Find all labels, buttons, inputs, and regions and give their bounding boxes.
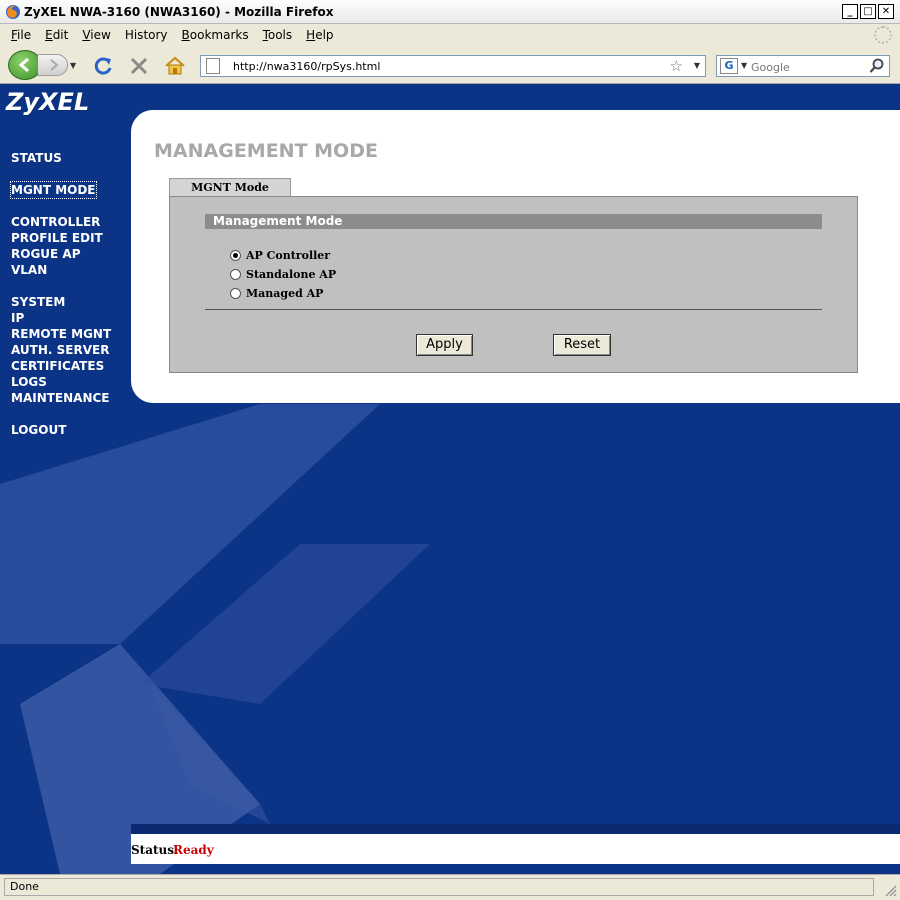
nav-auth-server[interactable]: AUTH. SERVER	[11, 342, 131, 358]
app-status-panel: Status: Ready	[131, 834, 900, 864]
menu-tools[interactable]: Tools	[256, 28, 300, 42]
window-titlebar: ZyXEL NWA-3160 (NWA3160) - Mozilla Firef…	[0, 0, 900, 24]
nav-rogue-ap[interactable]: ROGUE AP	[11, 246, 131, 262]
search-bar: G ▼	[716, 55, 890, 77]
history-dropdown-icon[interactable]: ▼	[70, 61, 76, 70]
tab-mgnt-mode[interactable]: MGNT Mode	[169, 178, 291, 197]
nav-logout[interactable]: LOGOUT	[11, 422, 131, 438]
radio-ap-controller[interactable]	[230, 250, 241, 261]
radio-standalone-ap[interactable]	[230, 269, 241, 280]
url-text[interactable]: http://nwa3160/rpSys.html	[233, 60, 380, 73]
url-dropdown-icon[interactable]: ▼	[694, 61, 700, 70]
apply-button[interactable]: Apply	[416, 334, 473, 356]
navigation-toolbar: ▼ http://nwa3160/rpSys.html ☆ ▼ G ▼	[0, 46, 900, 84]
stop-icon[interactable]	[128, 55, 150, 77]
nav-remote-mgnt[interactable]: REMOTE MGNT	[11, 326, 131, 342]
nav-vlan[interactable]: VLAN	[11, 262, 131, 278]
status-label: Status:	[131, 843, 179, 857]
reset-button[interactable]: Reset	[553, 334, 611, 356]
menu-view[interactable]: View	[75, 28, 117, 42]
minimize-button[interactable]: _	[842, 4, 858, 19]
option-label: Managed AP	[246, 287, 324, 300]
menu-history[interactable]: History	[118, 28, 175, 42]
settings-panel: Management Mode AP Controller Standalone…	[169, 196, 858, 373]
nav-status[interactable]: STATUS	[11, 150, 131, 166]
side-navigation: STATUS MGNT MODE CONTROLLER PROFILE EDIT…	[10, 150, 131, 438]
page-title: MANAGEMENT MODE	[154, 140, 378, 162]
nav-mgnt-mode[interactable]: MGNT MODE	[10, 181, 97, 199]
divider	[205, 309, 822, 310]
throbber-icon	[874, 26, 892, 44]
zyxel-logo: ZyXEL	[6, 88, 90, 116]
firefox-icon	[6, 5, 20, 19]
option-standalone-ap[interactable]: Standalone AP	[230, 268, 336, 281]
nav-maintenance[interactable]: MAINTENANCE	[11, 390, 131, 406]
menu-bookmarks[interactable]: Bookmarks	[175, 28, 256, 42]
google-engine-icon[interactable]: G	[720, 58, 738, 74]
option-label: Standalone AP	[246, 268, 337, 281]
menu-file[interactable]: File	[4, 28, 38, 42]
nav-system[interactable]: SYSTEM	[11, 294, 131, 310]
nav-certificates[interactable]: CERTIFICATES	[11, 358, 131, 374]
nav-controller[interactable]: CONTROLLER	[11, 214, 131, 230]
menu-bar: File Edit View History Bookmarks Tools H…	[0, 24, 900, 46]
option-ap-controller[interactable]: AP Controller	[230, 249, 330, 262]
back-arrow-icon	[18, 57, 29, 73]
menu-edit[interactable]: Edit	[38, 28, 75, 42]
engine-dropdown-icon[interactable]: ▼	[741, 61, 747, 70]
search-icon[interactable]	[869, 58, 885, 74]
window-title: ZyXEL NWA-3160 (NWA3160) - Mozilla Firef…	[24, 5, 334, 19]
forward-arrow-icon	[50, 59, 59, 71]
menu-help[interactable]: Help	[299, 28, 340, 42]
bookmark-star-icon[interactable]: ☆	[670, 57, 683, 75]
status-strip	[131, 824, 900, 834]
page-icon	[206, 58, 220, 74]
browser-status-bar: Done	[0, 874, 900, 900]
nav-ip[interactable]: IP	[11, 310, 131, 326]
radio-managed-ap[interactable]	[230, 288, 241, 299]
nav-logs[interactable]: LOGS	[11, 374, 131, 390]
nav-profile-edit[interactable]: PROFILE EDIT	[11, 230, 131, 246]
option-managed-ap[interactable]: Managed AP	[230, 287, 323, 300]
section-header: Management Mode	[205, 214, 822, 229]
browser-status-text: Done	[4, 878, 874, 896]
search-input[interactable]	[751, 59, 861, 75]
resize-grip-icon[interactable]	[883, 883, 897, 897]
home-icon[interactable]	[164, 55, 186, 77]
url-bar[interactable]: http://nwa3160/rpSys.html ☆ ▼	[200, 55, 706, 77]
option-label: AP Controller	[246, 249, 331, 262]
web-content: ZyXEL STATUS MGNT MODE CONTROLLER PROFIL…	[0, 84, 900, 874]
back-button[interactable]	[8, 50, 42, 80]
forward-button[interactable]	[38, 54, 68, 76]
status-value: Ready	[173, 843, 214, 857]
maximize-button[interactable]: □	[860, 4, 876, 19]
main-panel: MANAGEMENT MODE MGNT Mode Management Mod…	[131, 110, 900, 403]
close-button[interactable]: ✕	[878, 4, 894, 19]
reload-icon[interactable]	[92, 55, 114, 77]
